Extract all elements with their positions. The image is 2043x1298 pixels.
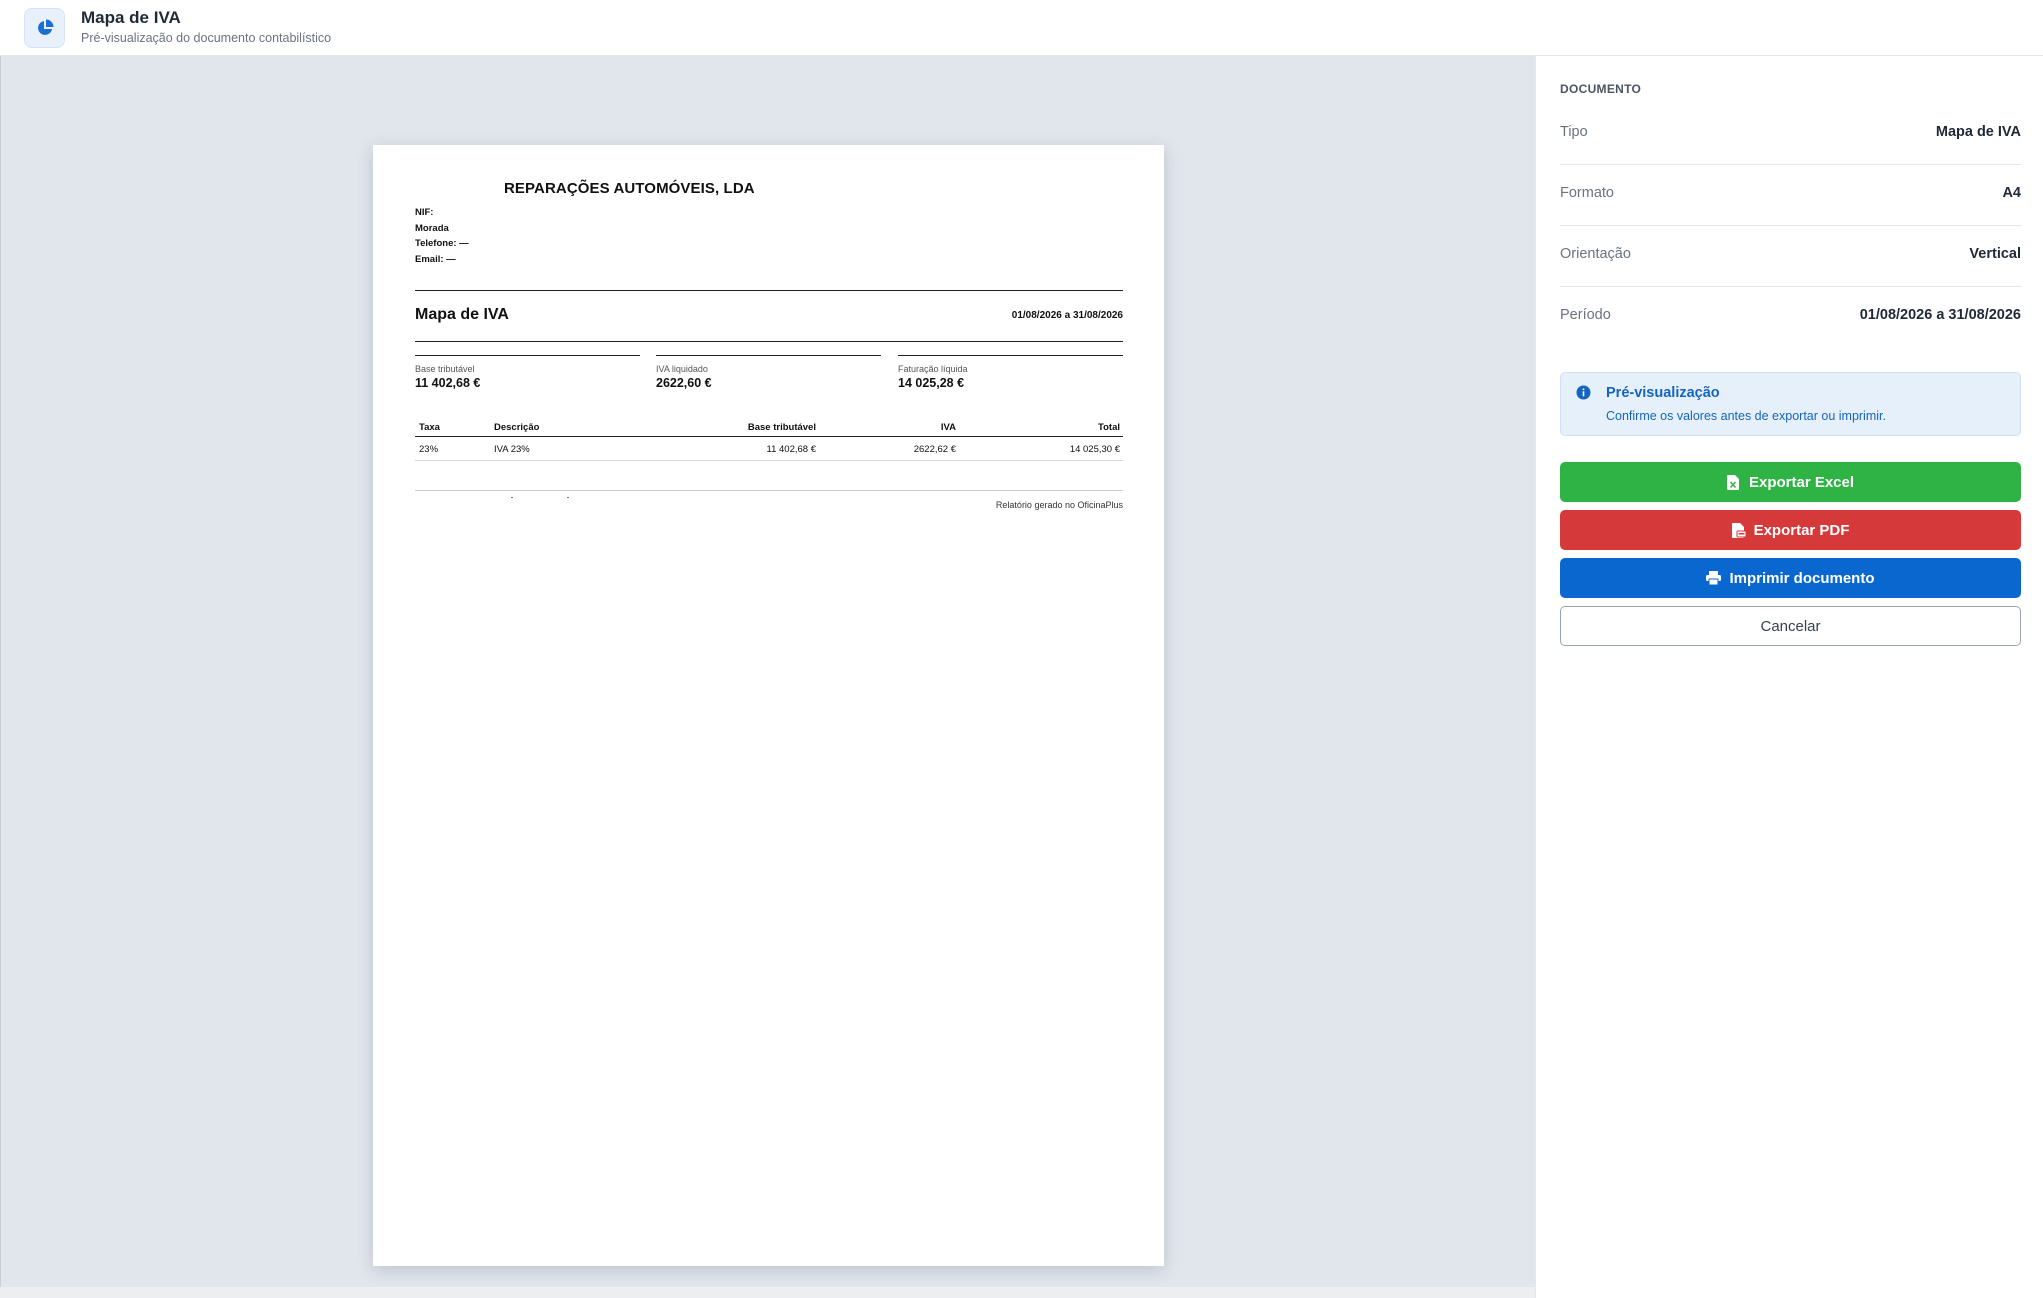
detail-row-periodo: Período 01/08/2026 a 31/08/2026 — [1560, 287, 2021, 348]
detail-row-orientacao: Orientação Vertical — [1560, 226, 2021, 287]
cancel-button[interactable]: Cancelar — [1560, 606, 2021, 646]
col-header-taxa: Taxa — [419, 422, 440, 433]
company-email: Email: — — [415, 253, 456, 265]
detail-value: Mapa de IVA — [1935, 124, 2021, 140]
detail-label: Período — [1560, 307, 1611, 323]
footer-speck — [511, 497, 513, 498]
printer-icon — [1706, 570, 1722, 586]
page-subtitle: Pré-visualização do documento contabilís… — [81, 31, 332, 45]
document-title: Mapa de IVA — [415, 306, 509, 323]
document-footer: Relatório gerado no OficinaPlus — [995, 500, 1123, 510]
title-divider — [415, 341, 1123, 342]
export-excel-label: Exportar Excel — [1748, 473, 1855, 491]
page-title: Mapa de IVA — [81, 8, 181, 27]
pie-chart-icon — [24, 8, 65, 48]
detail-row-tipo: Tipo Mapa de IVA — [1560, 104, 2021, 165]
detail-row-formato: Formato A4 — [1560, 165, 2021, 226]
detail-label: Tipo — [1560, 124, 1588, 140]
info-title: Pré-visualização — [1606, 385, 1720, 401]
company-info: NIF: Morada Telefone: — Email: — — [415, 205, 469, 267]
summary-faturacao: Faturação líquida 14 025,28 € — [898, 355, 1123, 390]
summary-iva: IVA liquidado 2622,60 € — [656, 355, 881, 390]
document-preview-area[interactable]: REPARAÇÕES AUTOMÓVEIS, LDA NIF: Morada T… — [0, 56, 1535, 1287]
cell-iva: 2622,62 € — [913, 444, 956, 455]
summary-label: Base tributável — [415, 364, 475, 374]
col-header-base: Base tributável — [747, 422, 816, 433]
info-circle-icon — [1576, 385, 1591, 400]
document-page: REPARAÇÕES AUTOMÓVEIS, LDA NIF: Morada T… — [373, 145, 1164, 1266]
detail-value: Vertical — [1969, 246, 2021, 262]
print-document-label: Imprimir documento — [1729, 569, 1875, 587]
table-row: 23% IVA 23% 11 402,68 € 2622,62 € 14 025… — [415, 437, 1123, 461]
table-header-row: Taxa Descrição Base tributável IVA Total — [415, 417, 1123, 437]
print-document-button[interactable]: Imprimir documento — [1560, 558, 2021, 598]
detail-value: 01/08/2026 a 31/08/2026 — [1859, 307, 2021, 323]
file-pdf-icon — [1731, 522, 1746, 538]
detail-label: Orientação — [1560, 246, 1631, 262]
company-morada: Morada — [415, 222, 449, 234]
col-header-total: Total — [1098, 422, 1120, 433]
export-excel-button[interactable]: Exportar Excel — [1560, 462, 2021, 502]
cancel-label: Cancelar — [1760, 617, 1821, 635]
document-period: 01/08/2026 a 31/08/2026 — [1011, 310, 1123, 321]
footer-speck — [567, 497, 569, 498]
summary-value: 14 025,28 € — [898, 376, 965, 390]
file-excel-icon — [1726, 474, 1741, 490]
export-pdf-button[interactable]: Exportar PDF — [1560, 510, 2021, 550]
header-divider — [415, 290, 1123, 291]
export-pdf-label: Exportar PDF — [1753, 521, 1850, 539]
col-header-descricao: Descrição — [494, 422, 540, 433]
app-header: Mapa de IVA Pré-visualização do document… — [0, 0, 2043, 56]
summary-label: Faturação líquida — [898, 364, 968, 374]
company-name: REPARAÇÕES AUTOMÓVEIS, LDA — [504, 180, 755, 197]
vat-table: Taxa Descrição Base tributável IVA Total… — [415, 417, 1123, 461]
detail-label: Formato — [1560, 185, 1614, 201]
section-title: DOCUMENTO — [1560, 82, 1642, 96]
cell-base: 11 402,68 € — [766, 444, 816, 455]
preview-scrollbar[interactable] — [0, 1287, 1535, 1298]
footer-divider — [415, 490, 1123, 491]
summary-base: Base tributável 11 402,68 € — [415, 355, 640, 390]
summary-value: 11 402,68 € — [415, 376, 481, 390]
col-header-iva: IVA — [940, 422, 956, 433]
company-telefone: Telefone: — — [415, 238, 469, 249]
info-text: Confirme os valores antes de exportar ou… — [1606, 409, 1886, 423]
document-sidebar: DOCUMENTO Tipo Mapa de IVA Formato A4 Or… — [1535, 56, 2043, 1298]
detail-value: A4 — [2002, 185, 2021, 201]
cell-total: 14 025,30 € — [1069, 444, 1120, 455]
summary-value: 2622,60 € — [656, 376, 712, 390]
preview-info-box: Pré-visualização Confirme os valores ant… — [1560, 372, 2021, 436]
cell-descricao: IVA 23% — [494, 444, 530, 455]
cell-taxa: 23% — [419, 444, 439, 455]
summary-label: IVA liquidado — [656, 364, 708, 374]
company-nif: NIF: — [415, 207, 434, 218]
